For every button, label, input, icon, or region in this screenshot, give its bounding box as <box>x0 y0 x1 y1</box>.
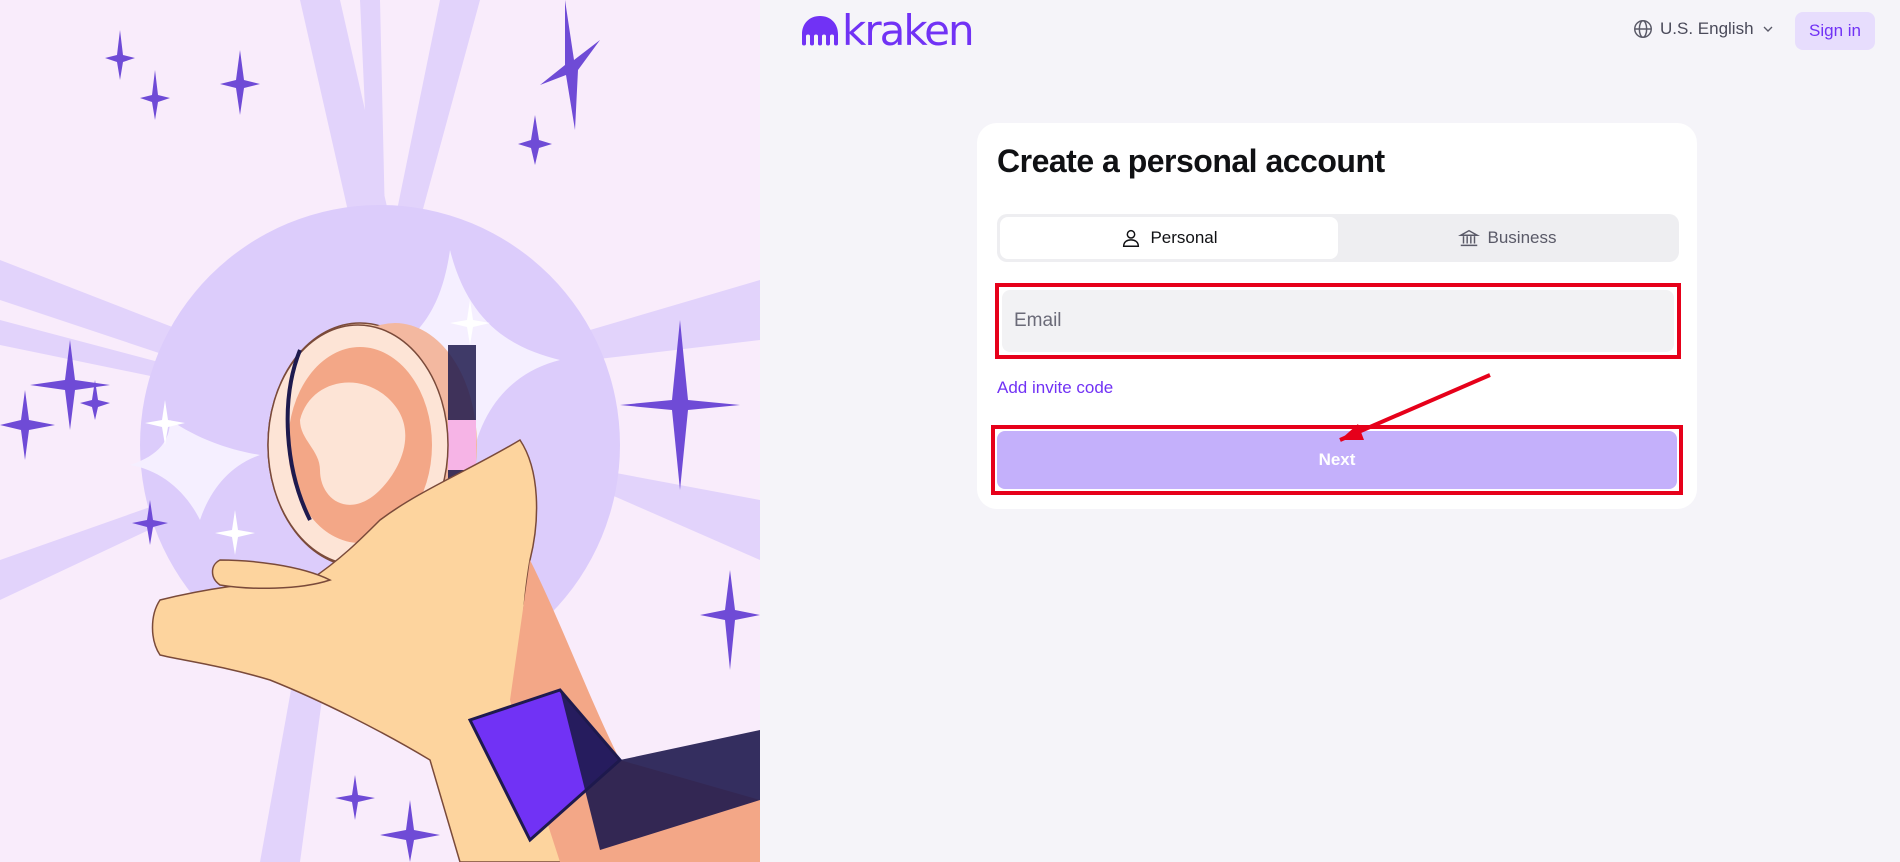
signup-card: Create a personal account Personal Busin… <box>977 123 1697 509</box>
language-label: U.S. English <box>1660 19 1754 38</box>
next-button[interactable]: Next <box>997 431 1677 489</box>
hero-illustration <box>0 0 760 862</box>
kraken-logo[interactable]: kraken <box>800 6 975 55</box>
page-title: Create a personal account <box>997 143 1385 179</box>
account-type-toggle: Personal Business <box>997 214 1679 262</box>
tab-personal[interactable]: Personal <box>1000 217 1338 259</box>
sign-in-button[interactable]: Sign in <box>1795 12 1875 50</box>
bank-icon <box>1457 229 1480 247</box>
tab-personal-label: Personal <box>1150 228 1218 247</box>
main-panel: kraken U.S. English Sign in Create a per… <box>760 0 1900 862</box>
add-invite-code-link[interactable]: Add invite code <box>997 378 1113 398</box>
globe-icon <box>1634 20 1652 38</box>
kraken-logo-icon <box>802 16 838 46</box>
email-highlight <box>995 283 1681 359</box>
next-highlight: Next <box>991 425 1683 495</box>
chevron-down-icon <box>1763 26 1773 32</box>
brand-name: kraken <box>842 6 975 55</box>
email-field[interactable] <box>1002 290 1674 352</box>
tab-business[interactable]: Business <box>1338 217 1676 259</box>
coin-hand-illustration <box>0 0 760 862</box>
person-icon <box>1123 229 1140 247</box>
tab-business-label: Business <box>1487 228 1557 247</box>
language-selector[interactable]: U.S. English <box>1632 18 1776 40</box>
